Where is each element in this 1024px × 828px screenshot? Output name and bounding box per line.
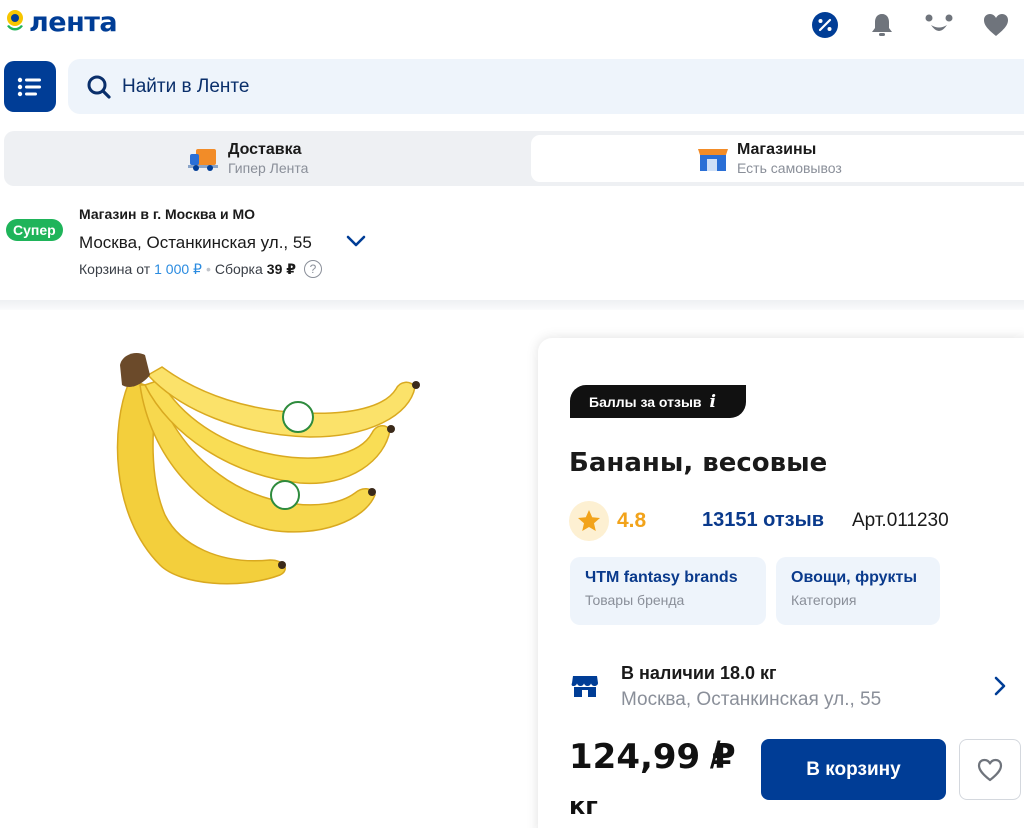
header-icons xyxy=(796,10,1024,40)
heart-outline-icon xyxy=(977,758,1003,781)
separator-dot: • xyxy=(205,261,211,277)
brand-tag[interactable]: ЧТМ fantasy brands Товары бренда xyxy=(570,557,766,625)
category-tag-subtitle: Категория xyxy=(791,592,857,608)
add-to-cart-button[interactable]: В корзину xyxy=(761,739,946,800)
bell-icon xyxy=(871,14,892,36)
store-selector[interactable]: Супер Магазин в г. Москва и МО Москва, О… xyxy=(0,200,1024,300)
store-building-icon xyxy=(698,148,728,171)
chevron-right-icon[interactable] xyxy=(993,675,1007,697)
tab-stores[interactable]: Магазины Есть самовывоз xyxy=(531,135,1024,182)
store-icon xyxy=(571,676,598,697)
help-icon[interactable]: ? xyxy=(303,260,322,278)
delivery-subtitle: Гипер Лента xyxy=(228,160,309,176)
price-separator: / xyxy=(710,735,721,777)
category-tag-title: Овощи, фрукты xyxy=(791,569,918,586)
favorites-button[interactable] xyxy=(967,10,1024,40)
heart-icon xyxy=(983,14,1008,36)
profile-button[interactable] xyxy=(910,10,967,40)
cart-min-label: Корзина от xyxy=(79,261,151,277)
review-points-label: Баллы за отзыв xyxy=(589,393,702,410)
product-image[interactable] xyxy=(100,345,430,595)
brand-tag-title: ЧТМ fantasy brands xyxy=(585,569,738,586)
delivery-mode-switch: Доставка Гипер Лента Магазины Есть самов… xyxy=(4,131,1024,186)
info-icon: i xyxy=(709,391,716,412)
promo-button[interactable] xyxy=(796,10,853,40)
search-input[interactable]: Найти в Ленте xyxy=(68,59,1024,114)
rating-star-icon xyxy=(569,501,609,541)
stock-address: Москва, Останкинская ул., 55 xyxy=(621,689,882,710)
store-format-badge: Супер xyxy=(6,219,63,241)
cart-min-value: 1 000 ₽ xyxy=(154,260,202,277)
review-points-badge[interactable]: Баллы за отзыв i xyxy=(570,385,746,418)
lenta-logo[interactable]: лента xyxy=(4,7,118,38)
category-tag[interactable]: Овощи, фрукты Категория xyxy=(776,557,940,625)
sunflower-icon xyxy=(7,10,23,31)
reviews-link[interactable]: 13151 отзыв xyxy=(702,509,824,532)
percent-icon xyxy=(811,12,838,38)
catalog-button[interactable] xyxy=(4,61,56,112)
product-card: Баллы за отзыв i Бананы, весовые 4.8 131… xyxy=(538,338,1024,828)
store-address: Москва, Останкинская ул., 55 xyxy=(79,233,312,252)
section-divider xyxy=(0,300,1024,310)
notifications-button[interactable] xyxy=(853,10,910,40)
assembly-value: 39 ₽ xyxy=(266,260,296,277)
add-to-favorites-button[interactable] xyxy=(959,739,1021,800)
tab-delivery[interactable]: Доставка Гипер Лента xyxy=(188,131,308,186)
smiley-icon xyxy=(925,14,952,31)
product-title: Бананы, весовые xyxy=(569,448,828,478)
logo-text: лента xyxy=(29,7,118,38)
stores-title: Магазины xyxy=(737,141,817,158)
list-icon xyxy=(17,77,41,96)
header: лента xyxy=(0,0,1024,52)
delivery-truck-icon xyxy=(188,148,218,171)
delivery-title: Доставка xyxy=(228,141,302,158)
price-unit: кг xyxy=(569,792,598,820)
article-number: Арт.011230 xyxy=(852,510,949,531)
brand-tag-subtitle: Товары бренда xyxy=(585,592,685,608)
stores-subtitle: Есть самовывоз xyxy=(737,160,842,176)
chevron-down-icon[interactable] xyxy=(345,233,367,249)
search-icon xyxy=(87,75,111,99)
assembly-label: Сборка xyxy=(214,261,263,277)
store-order-terms: Корзина от 1 000 ₽ • Сборка 39 ₽ ? xyxy=(79,260,322,278)
rating-value: 4.8 xyxy=(617,509,647,532)
search-placeholder: Найти в Ленте xyxy=(122,75,250,97)
stock-status: В наличии 18.0 кг xyxy=(621,663,777,683)
store-kind: Магазин в г. Москва и МО xyxy=(79,206,255,222)
